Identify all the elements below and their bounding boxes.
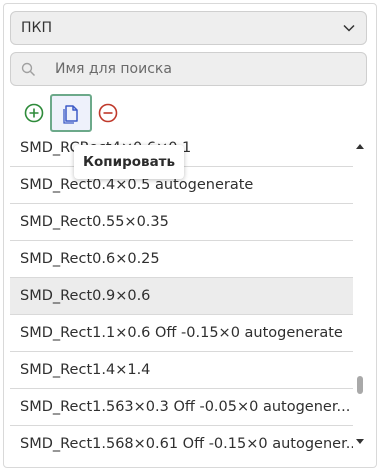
search-box[interactable] [10, 52, 367, 86]
list-scrollbar[interactable] [353, 132, 367, 458]
plus-circle-icon [24, 103, 44, 123]
pad-list: SMD_RCRect4×0.6×0.1 SMD_Rect0.4×0.5 auto… [10, 132, 353, 458]
toolbar [20, 94, 122, 132]
copy-icon [63, 105, 78, 124]
category-select-value: ПКП [21, 20, 52, 36]
list-item[interactable]: SMD_Rect1.4×1.4 [10, 352, 353, 389]
scroll-up-icon[interactable] [354, 140, 366, 152]
scroll-thumb[interactable] [357, 376, 363, 394]
minus-circle-icon [98, 103, 118, 123]
list-item[interactable]: SMD_Rect0.6×0.25 [10, 241, 353, 278]
search-icon [21, 61, 37, 77]
copy-tooltip: Копировать [74, 145, 185, 179]
list-item[interactable]: SMD_Rect1.563×0.3 Off -0.05×0 autogener.… [10, 389, 353, 426]
list-item-selected[interactable]: SMD_Rect0.9×0.6 [10, 278, 353, 315]
category-select[interactable]: ПКП [10, 11, 367, 45]
chevron-down-icon [342, 21, 356, 35]
add-button[interactable] [20, 99, 48, 127]
list-item[interactable]: SMD_Rect1.568×0.61 Off -0.15×0 autogener… [10, 426, 353, 458]
copy-button[interactable] [50, 94, 92, 132]
list-item[interactable]: SMD_Rect1.1×0.6 Off -0.15×0 autogenerate [10, 315, 353, 352]
list-item[interactable]: SMD_Rect0.55×0.35 [10, 204, 353, 241]
scroll-down-icon[interactable] [354, 435, 366, 447]
search-input[interactable] [55, 61, 356, 77]
remove-button[interactable] [94, 99, 122, 127]
